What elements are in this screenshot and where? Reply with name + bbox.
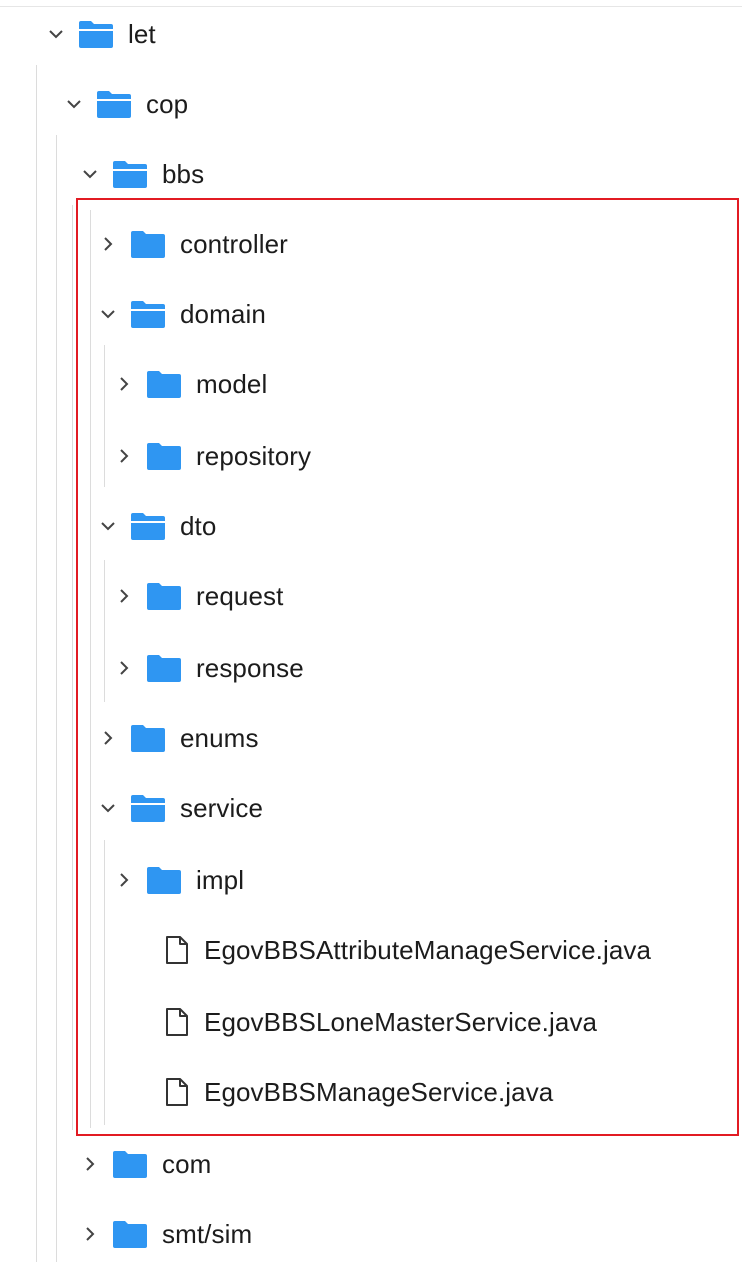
tree-item-label: repository xyxy=(196,440,312,471)
chevron-right-icon[interactable] xyxy=(110,442,138,470)
tree-item-service[interactable]: service xyxy=(94,778,263,838)
tree-item-label: com xyxy=(162,1148,212,1179)
tree-item-label: request xyxy=(196,580,284,611)
tree-guide-cop xyxy=(56,135,57,1262)
folder-open-icon xyxy=(128,297,168,331)
folder-open-icon xyxy=(110,157,150,191)
tree-item-repository[interactable]: repository xyxy=(110,426,311,486)
tree-item-label: cop xyxy=(146,88,189,119)
tree-item-impl[interactable]: impl xyxy=(110,850,244,910)
tree-item-label: model xyxy=(196,368,268,399)
chevron-down-icon[interactable] xyxy=(60,90,88,118)
tree-item-label: controller xyxy=(180,228,288,259)
folder-icon xyxy=(144,651,184,685)
folder-icon xyxy=(144,863,184,897)
tree-item-com[interactable]: com xyxy=(76,1134,211,1194)
chevron-right-icon[interactable] xyxy=(110,654,138,682)
folder-open-icon xyxy=(94,87,134,121)
chevron-down-icon[interactable] xyxy=(94,794,122,822)
tree-item-request[interactable]: request xyxy=(110,566,283,626)
tree-item-label: EgovBBSAttributeManageService.java xyxy=(204,934,652,965)
chevron-right-icon[interactable] xyxy=(110,582,138,610)
chevron-right-icon[interactable] xyxy=(110,370,138,398)
tree-guide-let xyxy=(36,65,37,1262)
tree-item-domain[interactable]: domain xyxy=(94,284,266,344)
folder-icon xyxy=(128,227,168,261)
tree-item-enums[interactable]: enums xyxy=(94,708,259,768)
chevron-right-icon[interactable] xyxy=(76,1150,104,1178)
folder-icon xyxy=(128,721,168,755)
tree-item-label: response xyxy=(196,652,304,683)
tree-item-bbs[interactable]: bbs xyxy=(76,144,204,204)
tree-item-label: domain xyxy=(180,298,266,329)
tree-item-label: impl xyxy=(196,864,245,895)
tree-guide-cop-children xyxy=(72,205,73,1130)
tree-item-label: EgovBBSLoneMasterService.java xyxy=(204,1006,598,1037)
tree-item-smt-sim[interactable]: smt/sim xyxy=(76,1204,252,1264)
tree-item-label: EgovBBSManageService.java xyxy=(204,1076,554,1107)
chevron-right-icon[interactable] xyxy=(94,724,122,752)
tree-item-label: service xyxy=(180,792,264,823)
tree-item-label: smt/sim xyxy=(162,1218,253,1249)
folder-icon xyxy=(110,1217,150,1251)
chevron-right-icon[interactable] xyxy=(76,1220,104,1248)
tree-item-file-lone-master-service[interactable]: EgovBBSLoneMasterService.java xyxy=(160,992,597,1052)
tree-item-controller[interactable]: controller xyxy=(94,214,288,274)
tree-item-file-manage-service[interactable]: EgovBBSManageService.java xyxy=(160,1062,553,1122)
tree-item-cop[interactable]: cop xyxy=(60,74,188,134)
chevron-down-icon[interactable] xyxy=(76,160,104,188)
tree-item-dto[interactable]: dto xyxy=(94,496,216,556)
file-icon xyxy=(160,933,194,967)
tree-item-file-attribute-manage-service[interactable]: EgovBBSAttributeManageService.java xyxy=(160,920,651,980)
folder-open-icon xyxy=(76,17,116,51)
tree-item-let[interactable]: let xyxy=(42,4,156,64)
tree-item-label: let xyxy=(128,18,156,49)
tree-item-label: bbs xyxy=(162,158,205,189)
chevron-down-icon[interactable] xyxy=(94,512,122,540)
chevron-down-icon[interactable] xyxy=(42,20,70,48)
folder-open-icon xyxy=(128,509,168,543)
folder-icon xyxy=(144,579,184,613)
tree-item-model[interactable]: model xyxy=(110,354,267,414)
folder-icon xyxy=(144,439,184,473)
tree-item-label: dto xyxy=(180,510,217,541)
chevron-right-icon[interactable] xyxy=(94,230,122,258)
folder-open-icon xyxy=(128,791,168,825)
chevron-down-icon[interactable] xyxy=(94,300,122,328)
tree-item-response[interactable]: response xyxy=(110,638,304,698)
chevron-right-icon[interactable] xyxy=(110,866,138,894)
file-icon xyxy=(160,1005,194,1039)
folder-icon xyxy=(110,1147,150,1181)
folder-icon xyxy=(144,367,184,401)
file-icon xyxy=(160,1075,194,1109)
tree-item-label: enums xyxy=(180,722,259,753)
